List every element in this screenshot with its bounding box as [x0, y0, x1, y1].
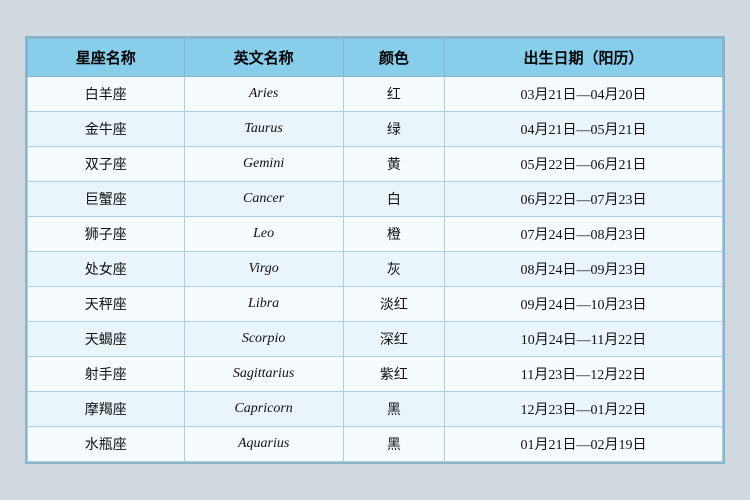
- cell-row3-col3: 06月22日—07月23日: [444, 182, 722, 217]
- cell-row8-col3: 11月23日—12月22日: [444, 357, 722, 392]
- cell-row0-col1: Aries: [184, 77, 343, 112]
- table-header-row: 星座名称英文名称颜色出生日期（阳历）: [28, 39, 723, 77]
- cell-row2-col2: 黄: [343, 147, 444, 182]
- cell-row1-col1: Taurus: [184, 112, 343, 147]
- cell-row4-col1: Leo: [184, 217, 343, 252]
- cell-row7-col0: 天蝎座: [28, 322, 185, 357]
- cell-row7-col3: 10月24日—11月22日: [444, 322, 722, 357]
- cell-row10-col0: 水瓶座: [28, 427, 185, 462]
- table-row: 天蝎座Scorpio深红10月24日—11月22日: [28, 322, 723, 357]
- zodiac-table-container: 星座名称英文名称颜色出生日期（阳历） 白羊座Aries红03月21日—04月20…: [25, 36, 725, 464]
- cell-row10-col3: 01月21日—02月19日: [444, 427, 722, 462]
- table-row: 白羊座Aries红03月21日—04月20日: [28, 77, 723, 112]
- table-row: 金牛座Taurus绿04月21日—05月21日: [28, 112, 723, 147]
- cell-row8-col1: Sagittarius: [184, 357, 343, 392]
- cell-row3-col0: 巨蟹座: [28, 182, 185, 217]
- cell-row7-col2: 深红: [343, 322, 444, 357]
- cell-row5-col2: 灰: [343, 252, 444, 287]
- cell-row9-col2: 黑: [343, 392, 444, 427]
- cell-row2-col0: 双子座: [28, 147, 185, 182]
- cell-row9-col0: 摩羯座: [28, 392, 185, 427]
- header-col-2: 颜色: [343, 39, 444, 77]
- cell-row6-col3: 09月24日—10月23日: [444, 287, 722, 322]
- header-col-0: 星座名称: [28, 39, 185, 77]
- cell-row0-col0: 白羊座: [28, 77, 185, 112]
- cell-row10-col2: 黑: [343, 427, 444, 462]
- cell-row6-col1: Libra: [184, 287, 343, 322]
- table-row: 天秤座Libra淡红09月24日—10月23日: [28, 287, 723, 322]
- cell-row9-col3: 12月23日—01月22日: [444, 392, 722, 427]
- cell-row1-col3: 04月21日—05月21日: [444, 112, 722, 147]
- table-row: 水瓶座Aquarius黑01月21日—02月19日: [28, 427, 723, 462]
- table-row: 射手座Sagittarius紫红11月23日—12月22日: [28, 357, 723, 392]
- zodiac-table: 星座名称英文名称颜色出生日期（阳历） 白羊座Aries红03月21日—04月20…: [27, 38, 723, 462]
- cell-row4-col2: 橙: [343, 217, 444, 252]
- table-body: 白羊座Aries红03月21日—04月20日金牛座Taurus绿04月21日—0…: [28, 77, 723, 462]
- cell-row2-col3: 05月22日—06月21日: [444, 147, 722, 182]
- cell-row5-col0: 处女座: [28, 252, 185, 287]
- cell-row3-col1: Cancer: [184, 182, 343, 217]
- cell-row3-col2: 白: [343, 182, 444, 217]
- table-row: 处女座Virgo灰08月24日—09月23日: [28, 252, 723, 287]
- cell-row6-col0: 天秤座: [28, 287, 185, 322]
- header-col-1: 英文名称: [184, 39, 343, 77]
- cell-row1-col0: 金牛座: [28, 112, 185, 147]
- header-col-3: 出生日期（阳历）: [444, 39, 722, 77]
- cell-row8-col2: 紫红: [343, 357, 444, 392]
- cell-row9-col1: Capricorn: [184, 392, 343, 427]
- table-row: 狮子座Leo橙07月24日—08月23日: [28, 217, 723, 252]
- cell-row2-col1: Gemini: [184, 147, 343, 182]
- cell-row5-col3: 08月24日—09月23日: [444, 252, 722, 287]
- cell-row4-col0: 狮子座: [28, 217, 185, 252]
- table-row: 双子座Gemini黄05月22日—06月21日: [28, 147, 723, 182]
- cell-row0-col3: 03月21日—04月20日: [444, 77, 722, 112]
- cell-row7-col1: Scorpio: [184, 322, 343, 357]
- cell-row1-col2: 绿: [343, 112, 444, 147]
- cell-row4-col3: 07月24日—08月23日: [444, 217, 722, 252]
- cell-row5-col1: Virgo: [184, 252, 343, 287]
- cell-row0-col2: 红: [343, 77, 444, 112]
- cell-row6-col2: 淡红: [343, 287, 444, 322]
- table-row: 巨蟹座Cancer白06月22日—07月23日: [28, 182, 723, 217]
- cell-row10-col1: Aquarius: [184, 427, 343, 462]
- table-row: 摩羯座Capricorn黑12月23日—01月22日: [28, 392, 723, 427]
- cell-row8-col0: 射手座: [28, 357, 185, 392]
